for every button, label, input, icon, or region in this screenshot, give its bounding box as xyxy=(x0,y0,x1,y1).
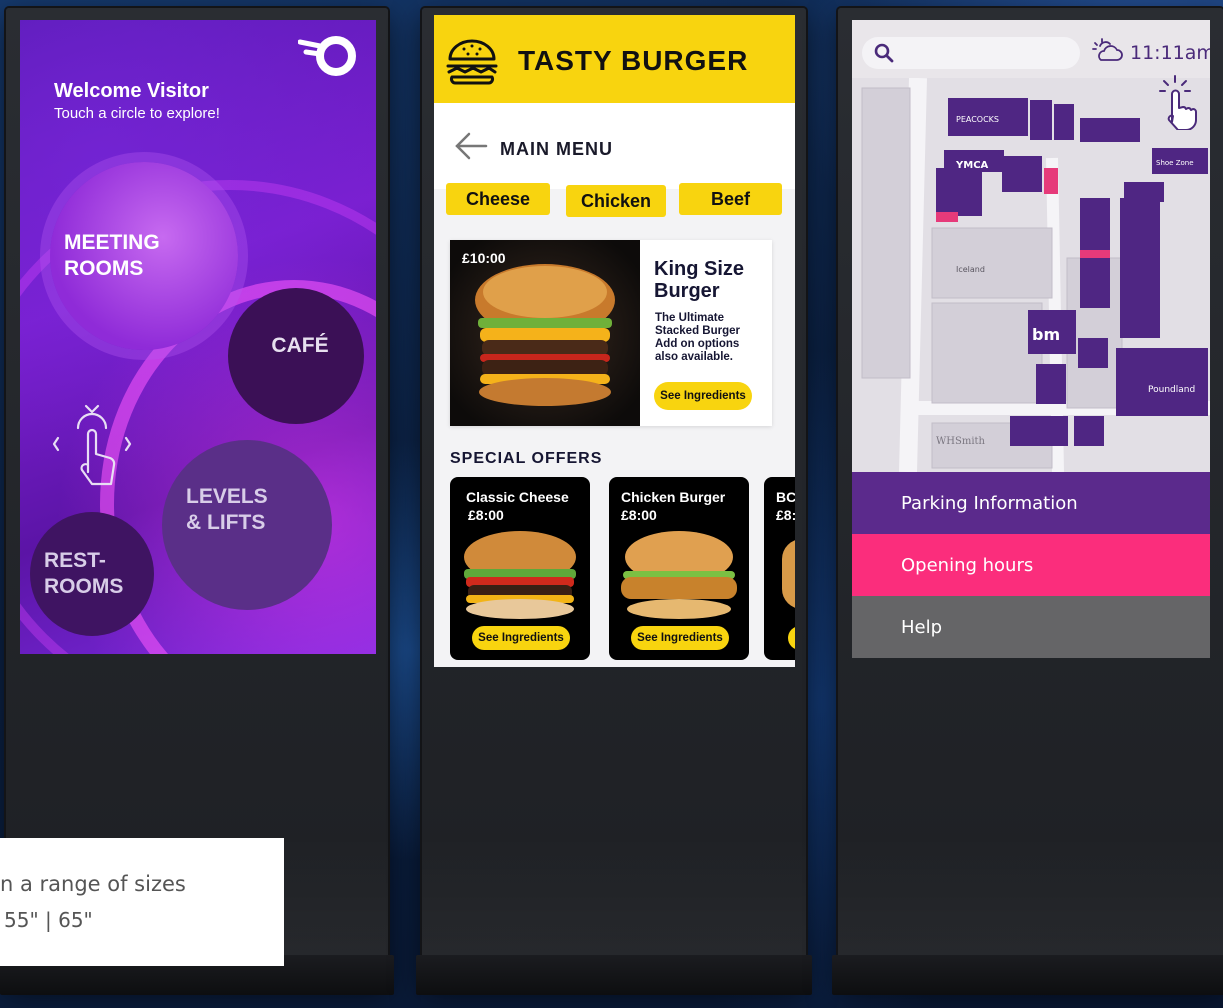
opening-hours-label: Opening hours xyxy=(901,554,1034,576)
size-caption: n a range of sizes 55" | 65" xyxy=(0,838,284,966)
kiosk-sheen xyxy=(422,835,806,955)
featured-item-card: £10:00 King Size Burger The Ultimate Sta… xyxy=(450,240,772,426)
main-menu-bar: MAIN MENU xyxy=(434,103,795,189)
featured-burger-image: £10:00 xyxy=(450,240,640,426)
offer-see-ingredients-button[interactable]: See Ingredients xyxy=(472,626,570,650)
category-cheese[interactable]: Cheese xyxy=(446,183,550,215)
offer-name: Chicken Burger xyxy=(621,489,726,505)
clock-time: 11:11am xyxy=(1130,42,1210,64)
touch-gesture-icon xyxy=(52,404,132,486)
parking-information-button[interactable]: Parking Information xyxy=(852,472,1210,534)
restrooms-label: REST- ROOMS xyxy=(44,549,124,598)
partial-burger-image xyxy=(782,539,795,609)
kiosk-3-screen: PEACOCKS YMCA Iceland WHSmith Poundland … xyxy=(852,20,1210,658)
offer-card-partial[interactable]: BC £8: xyxy=(764,477,795,660)
category-beef[interactable]: Beef xyxy=(679,183,782,215)
map-label-poundland: Poundland xyxy=(1148,385,1195,395)
burger-photo-illustration xyxy=(450,240,640,426)
special-offers-title: SPECIAL OFFERS xyxy=(450,450,603,467)
mall-map[interactable]: PEACOCKS YMCA Iceland WHSmith Poundland … xyxy=(852,77,1210,473)
map-label-iceland: Iceland xyxy=(956,265,985,274)
welcome-block: Welcome Visitor Touch a circle to explor… xyxy=(54,80,220,122)
caption-line-2: 55" | 65" xyxy=(4,908,93,932)
offer-card[interactable]: Chicken Burger £8:00 See Ingredients xyxy=(609,477,749,660)
kiosk-2-screen: TASTY BURGER MAIN MENU Cheese Chicken Be… xyxy=(434,15,795,667)
back-arrow-icon[interactable] xyxy=(454,131,488,161)
map-label-peacocks: PEACOCKS xyxy=(956,115,999,124)
search-icon xyxy=(874,43,894,63)
opening-hours-button[interactable]: Opening hours xyxy=(852,534,1210,596)
map-label-shoe-zone: Shoe Zone xyxy=(1156,159,1194,167)
chicken-burger-photo-illustration xyxy=(621,531,737,619)
map-label-ymca: YMCA xyxy=(955,160,989,171)
featured-see-ingredients-button[interactable]: See Ingredients xyxy=(654,382,752,410)
kiosk-1-screen: Welcome Visitor Touch a circle to explor… xyxy=(20,20,376,654)
map-label-whsmith: WHSmith xyxy=(936,436,986,447)
help-button[interactable]: Help xyxy=(852,596,1210,658)
brand-logo-icon xyxy=(298,36,356,76)
meeting-rooms-button[interactable]: MEETING ROOMS xyxy=(50,162,238,350)
search-bar[interactable] xyxy=(862,37,1080,69)
kiosk-base xyxy=(416,955,812,995)
restrooms-button[interactable]: REST- ROOMS xyxy=(30,512,154,636)
mall-floor-plan: PEACOCKS YMCA Iceland WHSmith Poundland … xyxy=(852,77,1210,473)
parking-information-label: Parking Information xyxy=(901,492,1078,514)
kiosk-base xyxy=(832,955,1223,995)
help-label: Help xyxy=(901,616,943,638)
weather-partly-cloudy-icon xyxy=(1092,38,1123,61)
welcome-title: Welcome Visitor xyxy=(54,80,209,102)
featured-price: £10:00 xyxy=(462,250,506,266)
levels-lifts-label: LEVELS & LIFTS xyxy=(186,485,268,534)
offer-price: £8:00 xyxy=(468,507,504,523)
tap-hand-icon xyxy=(1159,75,1197,130)
featured-title: King Size Burger xyxy=(654,258,745,302)
caption-line-1: n a range of sizes xyxy=(0,872,186,896)
partial-button xyxy=(788,626,795,650)
meeting-rooms-label: MEETING ROOMS xyxy=(64,231,160,280)
offer-price: £8:00 xyxy=(621,507,657,523)
offer-card[interactable]: Classic Cheese £8:00 See Ingredients xyxy=(450,477,590,660)
offer-price: £8: xyxy=(776,507,795,523)
cafe-label: CAFÉ xyxy=(271,334,329,357)
offer-name: Classic Cheese xyxy=(466,489,569,505)
cheeseburger-photo-illustration xyxy=(464,531,576,619)
category-chicken[interactable]: Chicken xyxy=(566,185,666,217)
featured-description: The Ultimate Stacked Burger Add on optio… xyxy=(655,312,741,363)
offer-see-ingredients-button[interactable]: See Ingredients xyxy=(631,626,729,650)
brand-header: TASTY BURGER xyxy=(434,15,795,103)
cafe-button[interactable]: CAFÉ xyxy=(228,288,364,424)
welcome-subtitle: Touch a circle to explore! xyxy=(54,105,220,122)
map-label-bm: bm xyxy=(1032,325,1060,344)
levels-lifts-button[interactable]: LEVELS & LIFTS xyxy=(162,440,332,610)
main-menu-title: MAIN MENU xyxy=(500,139,613,159)
kiosk-sheen xyxy=(838,835,1223,955)
burger-icon xyxy=(446,39,498,85)
offer-name: BC xyxy=(776,489,795,505)
brand-title: TASTY BURGER xyxy=(518,45,749,76)
